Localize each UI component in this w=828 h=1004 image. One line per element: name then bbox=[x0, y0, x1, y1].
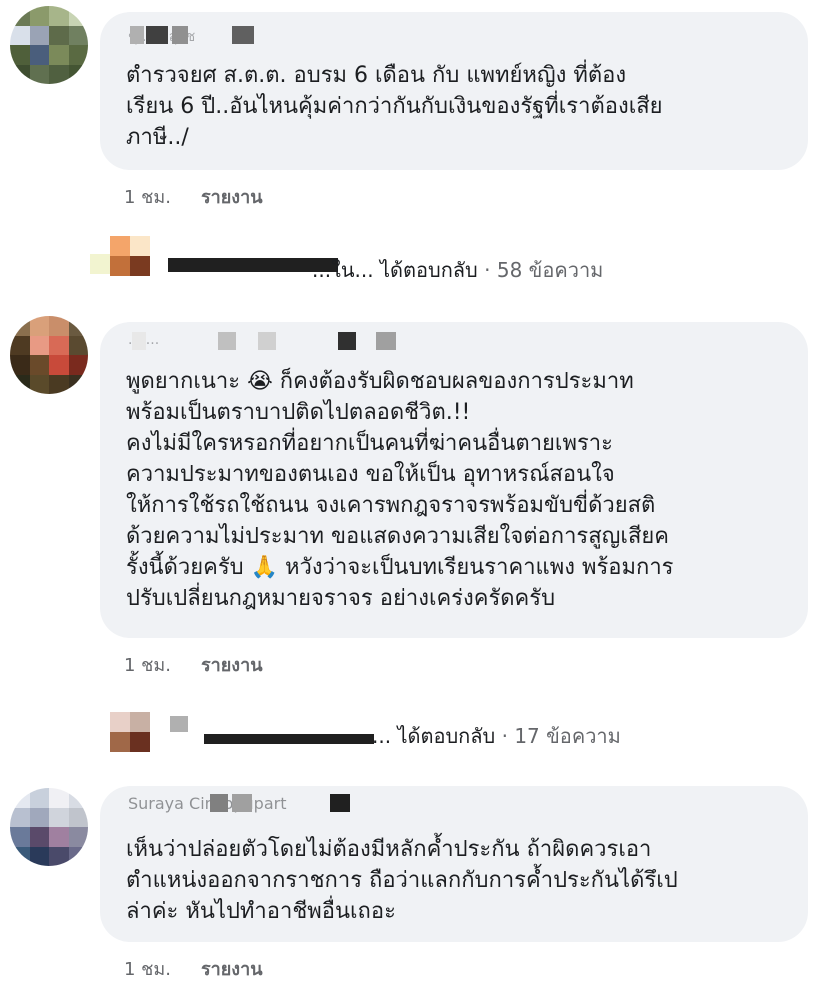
report-link[interactable]: รายงาน bbox=[201, 187, 263, 208]
comment-meta: 1 ชม. รายงาน bbox=[124, 650, 263, 679]
reply-dot: · bbox=[477, 258, 497, 282]
comment-text: ตำรวจยศ ส.ต.ต. อบรม 6 เดือน กับ แพทย์หญิ… bbox=[126, 63, 663, 150]
timestamp[interactable]: 1 ชม. bbox=[124, 187, 171, 208]
reply-avatar bbox=[110, 236, 150, 276]
comment-bubble: ... ... พูดยากเนาะ 😭 ก็คงต้องรับผิดชอบผล… bbox=[100, 322, 808, 638]
comment-bubble: ชุ... ...ลุลช ตำรวจยศ ส.ต.ต. อบรม 6 เดือ… bbox=[100, 12, 808, 170]
avatar[interactable] bbox=[10, 788, 88, 866]
reply-avatar bbox=[110, 712, 150, 752]
reply-name-blur bbox=[90, 254, 110, 274]
view-replies-2[interactable]: ... ได้ตอบกลับ · 17 ข้อความ bbox=[88, 712, 788, 752]
reply-summary: ... ได้ตอบกลับ · 17 ข้อความ bbox=[372, 720, 621, 752]
comment-text: เห็นว่าปล่อยตัวโดยไม่ต้องมีหลักค้ำประกัน… bbox=[126, 837, 678, 924]
comment-bubble: Suraya Cincopupart เห็นว่าปล่อยตัวโดยไม่… bbox=[100, 786, 808, 942]
reply-name-blur bbox=[170, 716, 188, 732]
comment-text: พูดยากเนาะ 😭 ก็คงต้องรับผิดชอบผลของการปร… bbox=[126, 369, 674, 611]
timestamp[interactable]: 1 ชม. bbox=[124, 655, 171, 676]
reply-name-blur bbox=[204, 734, 374, 744]
timestamp[interactable]: 1 ชม. bbox=[124, 959, 171, 980]
report-link[interactable]: รายงาน bbox=[201, 959, 263, 980]
avatar[interactable] bbox=[10, 316, 88, 394]
author-name[interactable]: Suraya Cincopupart bbox=[128, 794, 428, 816]
pray-emoji-icon: 🙏 bbox=[250, 555, 279, 580]
reply-count[interactable]: 58 ข้อความ bbox=[497, 258, 604, 282]
reply-action: ได้ตอบกลับ bbox=[379, 258, 478, 282]
author-name[interactable]: ... ... bbox=[128, 332, 428, 354]
author-name[interactable]: ชุ... ...ลุลช bbox=[128, 26, 428, 48]
comment-meta: 1 ชม. รายงาน bbox=[124, 182, 263, 211]
reply-action: ได้ตอบกลับ bbox=[397, 724, 496, 748]
comment-meta: 1 ชม. รายงาน bbox=[124, 954, 263, 983]
view-replies-1[interactable]: ...ใน... ได้ตอบกลับ · 58 ข้อความ bbox=[88, 236, 788, 282]
reply-name[interactable]: ... bbox=[372, 724, 391, 748]
avatar[interactable] bbox=[10, 6, 88, 84]
reply-summary: ...ใน... ได้ตอบกลับ · 58 ข้อความ bbox=[312, 254, 603, 286]
reply-name[interactable]: ...ใน... bbox=[312, 258, 374, 282]
reply-dot: · bbox=[495, 724, 515, 748]
reply-count[interactable]: 17 ข้อความ bbox=[514, 724, 621, 748]
report-link[interactable]: รายงาน bbox=[201, 655, 263, 676]
crying-emoji-icon: 😭 bbox=[247, 369, 273, 394]
